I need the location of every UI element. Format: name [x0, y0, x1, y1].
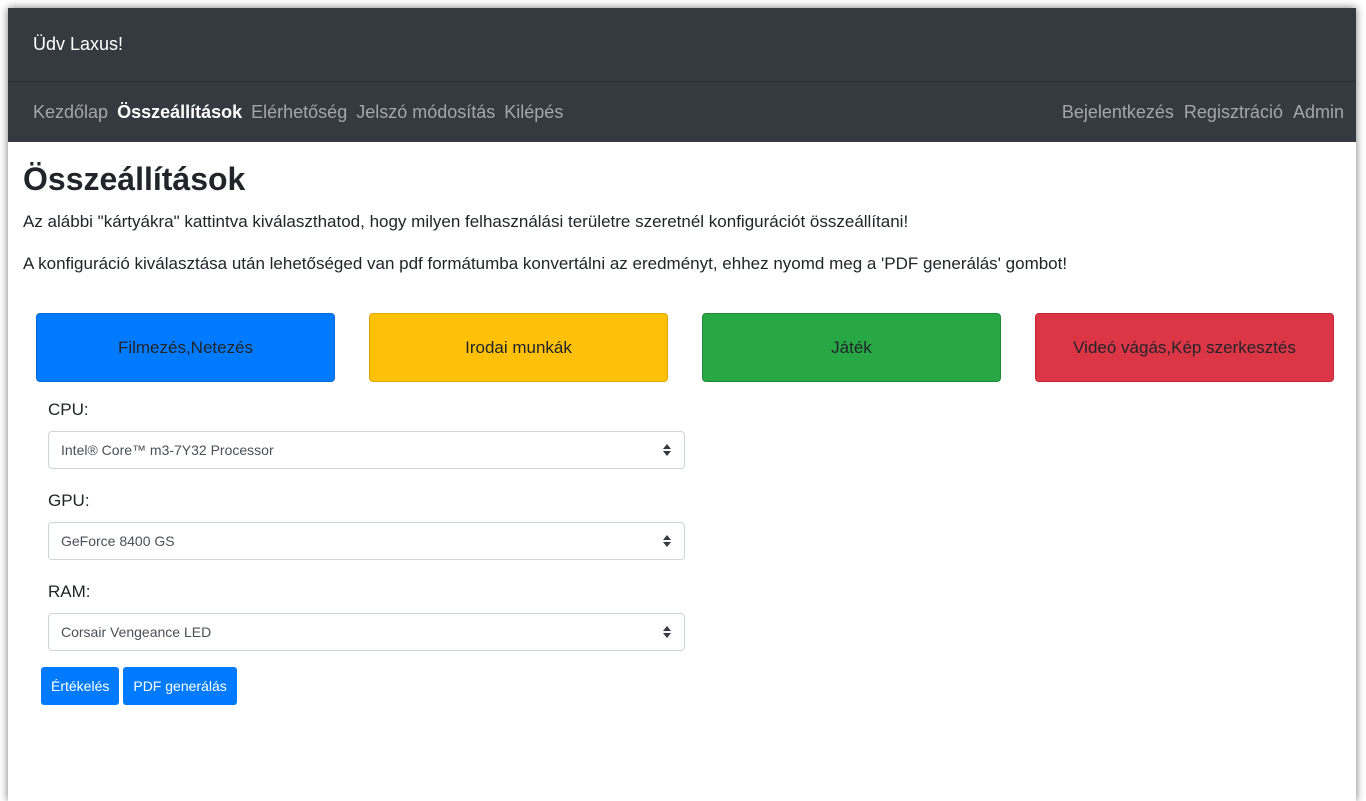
page-title: Összeállítások [23, 161, 246, 197]
nav-link-login[interactable]: Bejelentkezés [1062, 102, 1174, 123]
navbar: Kezdőlap Összeállítások Elérhetőség Jels… [8, 82, 1356, 142]
category-cards: Filmezés,Netezés Irodai munkák Játék Vid… [23, 313, 1341, 382]
gpu-group: GPU: GeForce 8400 GS [48, 491, 1341, 560]
nav-link-change-password[interactable]: Jelszó módosítás [356, 102, 495, 123]
ram-select[interactable]: Corsair Vengeance LED [48, 613, 685, 651]
pdf-instructions-paragraph: A konfiguráció kiválasztása után lehetős… [23, 254, 1068, 273]
action-buttons: Értékelés PDF generálás [23, 667, 1341, 705]
ram-select-value: Corsair Vengeance LED [61, 624, 212, 640]
nav-left: Kezdőlap Összeállítások Elérhetőség Jels… [33, 102, 572, 123]
sort-arrows-icon [663, 444, 671, 456]
evaluate-button[interactable]: Értékelés [41, 667, 120, 705]
cpu-label: CPU: [48, 400, 89, 419]
greeting-text: Üdv Laxus! [33, 34, 124, 54]
intro-paragraph: Az alábbi "kártyákra" kattintva kiválasz… [23, 212, 909, 231]
cpu-select-value: Intel® Core™ m3-7Y32 Processor [61, 442, 274, 458]
ram-label: RAM: [48, 582, 91, 601]
card-office-work[interactable]: Irodai munkák [369, 313, 668, 382]
gpu-select[interactable]: GeForce 8400 GS [48, 522, 685, 560]
generate-pdf-button[interactable]: PDF generálás [123, 667, 237, 705]
gpu-select-value: GeForce 8400 GS [61, 533, 175, 549]
card-gaming[interactable]: Játék [702, 313, 1001, 382]
nav-link-builds[interactable]: Összeállítások [117, 102, 242, 123]
nav-link-register[interactable]: Regisztráció [1184, 102, 1283, 123]
nav-link-admin[interactable]: Admin [1293, 102, 1344, 123]
nav-right: Bejelentkezés Regisztráció Admin [1052, 102, 1344, 123]
gpu-label: GPU: [48, 491, 90, 510]
cpu-group: CPU: Intel® Core™ m3-7Y32 Processor [48, 400, 1341, 469]
sort-arrows-icon [663, 626, 671, 638]
card-movies-browsing[interactable]: Filmezés,Netezés [36, 313, 335, 382]
nav-link-contact[interactable]: Elérhetőség [251, 102, 347, 123]
browser-window: Üdv Laxus! Kezdőlap Összeállítások Elérh… [8, 8, 1356, 801]
config-form: CPU: Intel® Core™ m3-7Y32 Processor GPU:… [23, 400, 1341, 651]
main-content: Összeállítások Az alábbi "kártyákra" kat… [8, 160, 1356, 705]
nav-link-logout[interactable]: Kilépés [504, 102, 563, 123]
card-video-photo-editing[interactable]: Videó vágás,Kép szerkesztés [1035, 313, 1334, 382]
sort-arrows-icon [663, 535, 671, 547]
nav-link-home[interactable]: Kezdőlap [33, 102, 108, 123]
ram-group: RAM: Corsair Vengeance LED [48, 582, 1341, 651]
cpu-select[interactable]: Intel® Core™ m3-7Y32 Processor [48, 431, 685, 469]
top-bar: Üdv Laxus! [8, 8, 1356, 82]
